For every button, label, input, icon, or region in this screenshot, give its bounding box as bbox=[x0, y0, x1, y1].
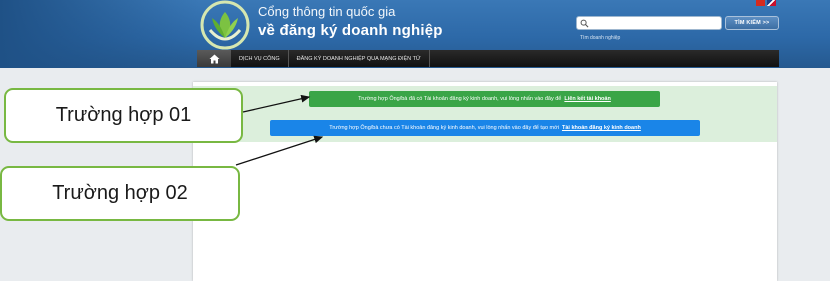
english-flag-icon[interactable] bbox=[767, 0, 776, 6]
create-account-link[interactable]: Tài khoản đăng ký kinh doanh bbox=[562, 125, 641, 131]
home-icon bbox=[209, 54, 219, 63]
site-title-line2: về đăng ký doanh nghiệp bbox=[258, 22, 443, 39]
nav-home-button[interactable] bbox=[197, 50, 231, 67]
create-account-notice: Trường hợp Ông/bà chưa có Tài khoản đăng… bbox=[270, 120, 700, 136]
create-account-notice-text: Trường hợp Ông/bà chưa có Tài khoản đăng… bbox=[329, 125, 559, 131]
language-switcher bbox=[756, 0, 776, 6]
nav-item-public-services[interactable]: DỊCH VỤ CÔNG bbox=[231, 50, 289, 67]
link-account-link[interactable]: Liên kết tài khoản bbox=[564, 96, 610, 102]
link-account-notice: Trường hợp Ông/bà đã có Tài khoản đăng k… bbox=[309, 91, 660, 107]
callout-case-02: Trường hợp 02 bbox=[0, 166, 240, 221]
search-input[interactable] bbox=[576, 16, 722, 30]
vietnamese-flag-icon[interactable] bbox=[756, 0, 765, 6]
link-account-notice-text: Trường hợp Ông/bà đã có Tài khoản đăng k… bbox=[358, 96, 562, 102]
search-icon bbox=[580, 19, 589, 28]
callout-case-01: Trường hợp 01 bbox=[4, 88, 243, 143]
search-hint-link[interactable]: Tìm doanh nghiệp bbox=[580, 35, 620, 41]
search-button[interactable]: TÌM KIẾM >> bbox=[725, 16, 779, 30]
logo-icon[interactable] bbox=[200, 0, 250, 50]
nav-item-online-registration[interactable]: ĐĂNG KÝ DOANH NGHIỆP QUA MẠNG ĐIỆN TỬ bbox=[289, 50, 430, 67]
header-decoration bbox=[0, 0, 200, 68]
site-title-line1: Cổng thông tin quốc gia bbox=[258, 4, 396, 19]
main-navbar: DỊCH VỤ CÔNG ĐĂNG KÝ DOANH NGHIỆP QUA MẠ… bbox=[197, 50, 779, 67]
